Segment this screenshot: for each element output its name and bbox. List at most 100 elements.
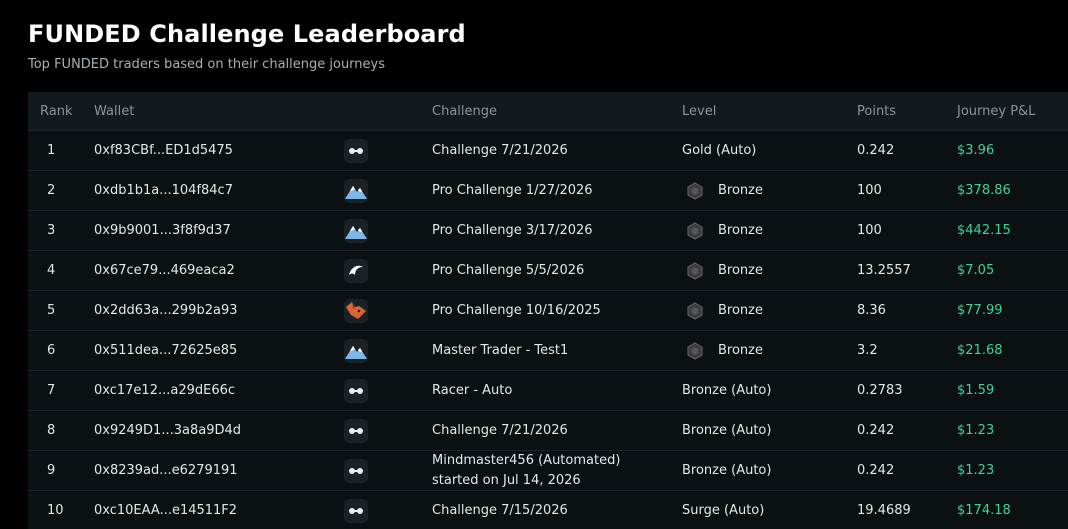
column-header-wallet[interactable]: Wallet [94, 92, 134, 130]
pnl-cell: $378.86 [957, 183, 1011, 198]
column-header-pnl[interactable]: Journey P&L [957, 92, 1035, 130]
wallet-address[interactable]: 0x8239ad...e6279191 [94, 451, 238, 490]
challenge-name[interactable]: Pro Challenge 10/16/2025 [432, 291, 601, 330]
mountain-icon [344, 178, 368, 203]
infinity-icon [344, 458, 368, 483]
table-row[interactable]: 8 0x9249D1...3a8a9D4d Challenge 7/21/2026 B… [28, 411, 1068, 451]
challenge-name[interactable]: Racer - Auto [432, 371, 512, 410]
points-cell: 13.2557 [857, 263, 911, 278]
bronze-hexagon-icon [682, 181, 718, 200]
page-title: FUNDED Challenge Leaderboard [28, 20, 466, 48]
level-label: Bronze [718, 343, 763, 358]
infinity-icon [344, 138, 368, 163]
points-cell: 0.242 [857, 143, 895, 158]
level-cell: Bronze [682, 171, 763, 210]
points-cell: 0.242 [857, 423, 895, 438]
challenge-logo [344, 171, 368, 210]
pnl-cell: $3.96 [957, 143, 995, 158]
table-row[interactable]: 5 0x2dd63a...299b2a93 Pro Challenge 10/16/… [28, 291, 1068, 331]
challenge-name[interactable]: Pro Challenge 3/17/2026 [432, 211, 593, 250]
bronze-hexagon-icon [682, 261, 718, 280]
challenge-logo [344, 131, 368, 170]
level-label: Bronze (Auto) [682, 463, 772, 478]
challenge-logo [344, 371, 368, 410]
challenge-name[interactable]: Mindmaster456 (Automated) started on Jul … [432, 451, 620, 490]
wallet-address[interactable]: 0x511dea...72625e85 [94, 331, 237, 370]
table-row[interactable]: 9 0x8239ad...e6279191 Mindmaster456 (Autom… [28, 451, 1068, 491]
bronze-hexagon-icon [682, 341, 718, 360]
pnl-cell: $174.18 [957, 503, 1011, 518]
rank-cell: 8 [47, 423, 56, 438]
rank-cell: 2 [47, 183, 56, 198]
wallet-address[interactable]: 0xc10EAA...e14511F2 [94, 491, 237, 529]
level-cell: Bronze (Auto) [682, 451, 771, 490]
wallet-address[interactable]: 0x9b9001...3f8f9d37 [94, 211, 231, 250]
table-row[interactable]: 3 0x9b9001...3f8f9d37 Pro Challenge 3/17/2… [28, 211, 1068, 251]
pnl-cell: $442.15 [957, 223, 1011, 238]
column-header-points[interactable]: Points [857, 92, 896, 130]
wallet-address[interactable]: 0x67ce79...469eaca2 [94, 251, 235, 290]
pnl-cell: $7.05 [957, 263, 995, 278]
challenge-name[interactable]: Pro Challenge 1/27/2026 [432, 171, 593, 210]
column-header-challenge[interactable]: Challenge [432, 92, 497, 130]
pnl-cell: $1.23 [957, 463, 995, 478]
level-label: Surge (Auto) [682, 503, 765, 518]
pnl-cell: $21.68 [957, 343, 1003, 358]
wallet-address[interactable]: 0x2dd63a...299b2a93 [94, 291, 238, 330]
rank-cell: 10 [47, 503, 64, 518]
table-row[interactable]: 10 0xc10EAA...e14511F2 Challenge 7/15/2026… [28, 491, 1068, 529]
infinity-icon [344, 378, 368, 403]
challenge-name-line1: Mindmaster456 (Automated) [432, 452, 621, 468]
rank-cell: 4 [47, 263, 56, 278]
rank-cell: 1 [47, 143, 56, 158]
level-label: Gold (Auto) [682, 143, 757, 158]
points-cell: 0.2783 [857, 383, 903, 398]
level-cell: Bronze [682, 291, 763, 330]
wallet-address[interactable]: 0x9249D1...3a8a9D4d [94, 411, 241, 450]
table-row[interactable]: 7 0xc17e12...a29dE66c Racer - Auto Bronze (… [28, 371, 1068, 411]
level-cell: Bronze [682, 251, 763, 290]
table-row[interactable]: 4 0x67ce79...469eaca2 Pro Challenge 5/5/20… [28, 251, 1068, 291]
challenge-name[interactable]: Challenge 7/21/2026 [432, 411, 568, 450]
challenge-logo [344, 411, 368, 450]
fox-icon [344, 298, 368, 323]
challenge-name[interactable]: Challenge 7/21/2026 [432, 131, 568, 170]
level-cell: Surge (Auto) [682, 491, 764, 529]
table-row[interactable]: 1 0xf83CBf...ED1d5475 Challenge 7/21/2026 G… [28, 131, 1068, 171]
points-cell: 100 [857, 223, 882, 238]
challenge-logo [344, 291, 368, 330]
points-cell: 19.4689 [857, 503, 911, 518]
page-subtitle: Top FUNDED traders based on their challe… [28, 57, 386, 72]
level-label: Bronze [718, 183, 763, 198]
level-cell: Bronze [682, 331, 763, 370]
level-cell: Gold (Auto) [682, 131, 756, 170]
challenge-logo [344, 451, 368, 490]
table-row[interactable]: 6 0x511dea...72625e85 Master Trader - Test… [28, 331, 1068, 371]
pnl-cell: $1.59 [957, 383, 995, 398]
challenge-name[interactable]: Pro Challenge 5/5/2026 [432, 251, 584, 290]
column-header-rank[interactable]: Rank [40, 92, 72, 130]
level-label: Bronze [718, 303, 763, 318]
rank-cell: 3 [47, 223, 56, 238]
table-row[interactable]: 2 0xdb1b1a...104f84c7 Pro Challenge 1/27/2… [28, 171, 1068, 211]
table-header: Rank Wallet Challenge Level Points Journ… [28, 92, 1068, 131]
level-label: Bronze [718, 223, 763, 238]
rank-cell: 5 [47, 303, 56, 318]
rank-cell: 9 [47, 463, 56, 478]
challenge-name[interactable]: Master Trader - Test1 [432, 331, 568, 370]
level-cell: Bronze [682, 211, 763, 250]
level-label: Bronze (Auto) [682, 383, 772, 398]
rank-cell: 7 [47, 383, 56, 398]
wallet-address[interactable]: 0xf83CBf...ED1d5475 [94, 131, 233, 170]
swoosh-icon [344, 258, 368, 283]
challenge-logo [344, 251, 368, 290]
points-cell: 0.242 [857, 463, 895, 478]
column-header-level[interactable]: Level [682, 92, 716, 130]
rank-cell: 6 [47, 343, 56, 358]
wallet-address[interactable]: 0xdb1b1a...104f84c7 [94, 171, 233, 210]
challenge-name[interactable]: Challenge 7/15/2026 [432, 491, 568, 529]
wallet-address[interactable]: 0xc17e12...a29dE66c [94, 371, 235, 410]
mountain-icon [344, 218, 368, 243]
leaderboard-table: Rank Wallet Challenge Level Points Journ… [28, 92, 1068, 529]
challenge-name-line2: started on Jul 14, 2026 [432, 472, 581, 488]
